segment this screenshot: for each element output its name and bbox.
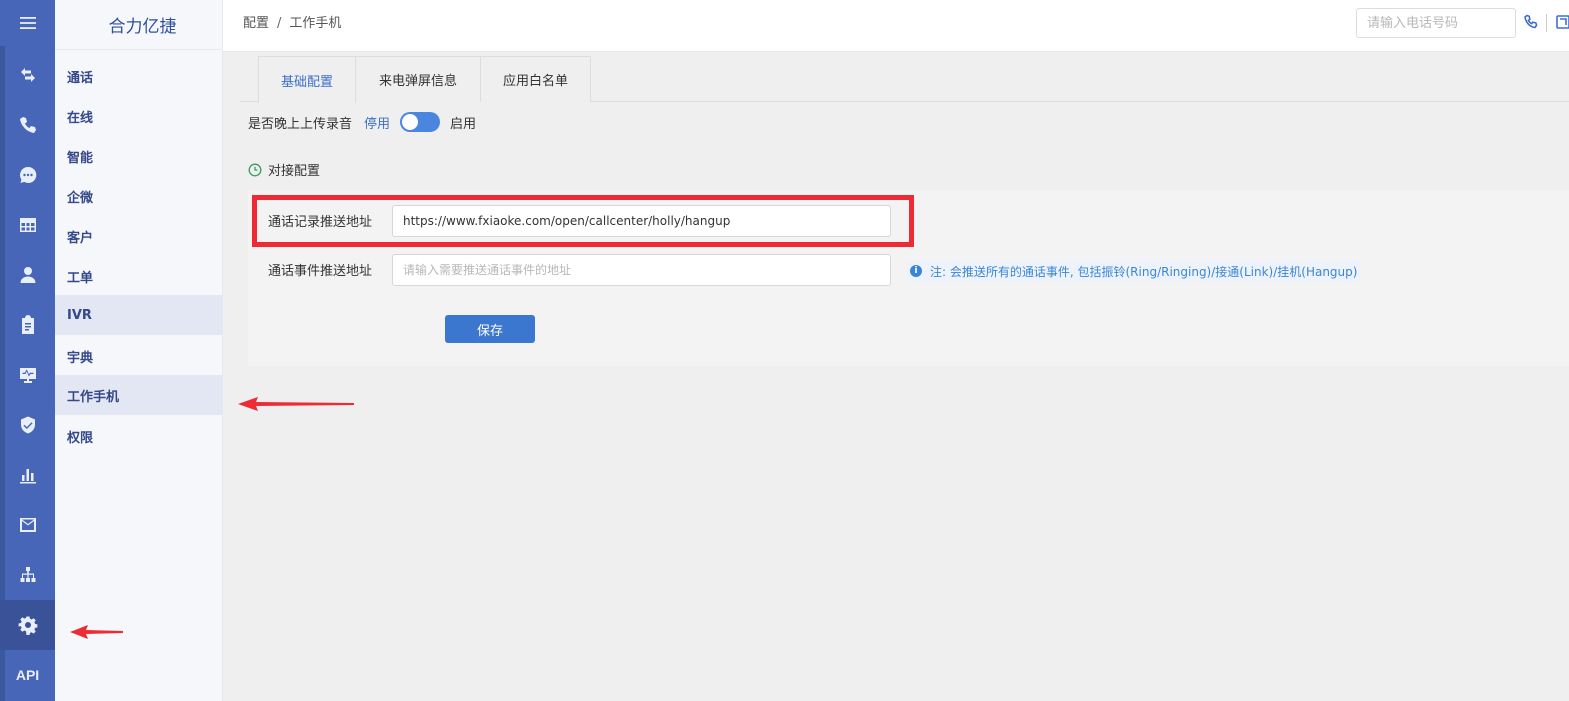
toggle-on-label: 启用	[450, 116, 477, 132]
mail-report-icon[interactable]	[0, 500, 55, 550]
breadcrumb-separator: /	[277, 16, 282, 31]
section-title: 对接配置	[248, 160, 320, 179]
phone-icon[interactable]	[0, 100, 55, 150]
nav-item-wecom[interactable]: 企微	[55, 176, 223, 216]
recording-upload-label: 是否晚上上传录音	[248, 116, 353, 132]
nav-item-dictionary[interactable]: 宇典	[55, 336, 223, 376]
gear-icon[interactable]	[0, 600, 55, 650]
nav-item-work-phone[interactable]: 工作手机	[55, 375, 223, 415]
icon-rail: API	[0, 0, 55, 701]
monitor-icon[interactable]	[0, 350, 55, 400]
nav-item-ticket[interactable]: 工单	[55, 256, 223, 296]
chat-icon[interactable]	[0, 150, 55, 200]
call-event-url-input[interactable]	[392, 254, 891, 286]
tab-app-whitelist[interactable]: 应用白名单	[480, 56, 591, 102]
tab-incoming-popup[interactable]: 来电弹屏信息	[355, 56, 481, 102]
api-link[interactable]: API	[0, 650, 55, 700]
phone-number-input[interactable]	[1356, 8, 1516, 38]
arrow-annotation-work-phone	[238, 397, 354, 411]
top-header: 配置 / 工作手机	[223, 0, 1569, 52]
nav-item-ai[interactable]: 智能	[55, 136, 223, 176]
tab-bar: 基础配置 来电弹屏信息 应用白名单	[240, 56, 1569, 103]
recording-upload-row: 是否晚上上传录音 停用 启用	[248, 110, 476, 134]
arrow-annotation-settings	[70, 625, 123, 639]
dial-phone-icon[interactable]	[1523, 14, 1541, 32]
shield-icon[interactable]	[0, 400, 55, 450]
header-divider	[1546, 14, 1547, 32]
breadcrumb-item-config[interactable]: 配置	[243, 16, 269, 31]
brand-name: 合力亿捷	[55, 0, 222, 50]
bar-chart-icon[interactable]	[0, 450, 55, 500]
event-push-note: i 注: 会推送所有的通话事件, 包括振铃(Ring/Ringing)/接通(L…	[906, 260, 1362, 282]
section-title-text: 对接配置	[268, 164, 321, 179]
nav-item-permission[interactable]: 权限	[55, 416, 223, 456]
event-push-note-text: 注: 会推送所有的通话事件, 包括振铃(Ring/Ringing)/接通(Lin…	[930, 264, 1358, 279]
table-icon[interactable]	[0, 200, 55, 250]
menu-icon[interactable]	[0, 0, 55, 46]
recording-upload-toggle[interactable]	[400, 112, 441, 132]
highlight-box-annotation	[252, 195, 914, 247]
toggle-knob	[402, 114, 419, 130]
nav-item-customer[interactable]: 客户	[55, 216, 223, 256]
clock-icon	[248, 163, 262, 176]
user-icon[interactable]	[0, 250, 55, 300]
transfer-icon[interactable]	[0, 50, 55, 100]
call-event-url-label: 通话事件推送地址	[268, 264, 373, 279]
nav-item-online[interactable]: 在线	[55, 96, 223, 136]
save-button[interactable]: 保存	[445, 315, 535, 343]
window-icon[interactable]	[1555, 14, 1569, 32]
breadcrumb-item-current: 工作手机	[289, 16, 342, 31]
breadcrumb: 配置 / 工作手机	[243, 12, 341, 31]
secondary-nav: 合力亿捷 通话 在线 智能 企微 客户 工单 IVR 宇典 工作手机 权限	[55, 0, 223, 701]
info-icon: i	[910, 265, 922, 277]
tab-basic-config[interactable]: 基础配置	[258, 56, 356, 103]
toggle-off-label: 停用	[364, 116, 391, 132]
nav-item-call[interactable]: 通话	[55, 56, 223, 96]
org-chart-icon[interactable]	[0, 550, 55, 600]
nav-item-ivr[interactable]: IVR	[55, 295, 223, 335]
clipboard-icon[interactable]	[0, 300, 55, 350]
